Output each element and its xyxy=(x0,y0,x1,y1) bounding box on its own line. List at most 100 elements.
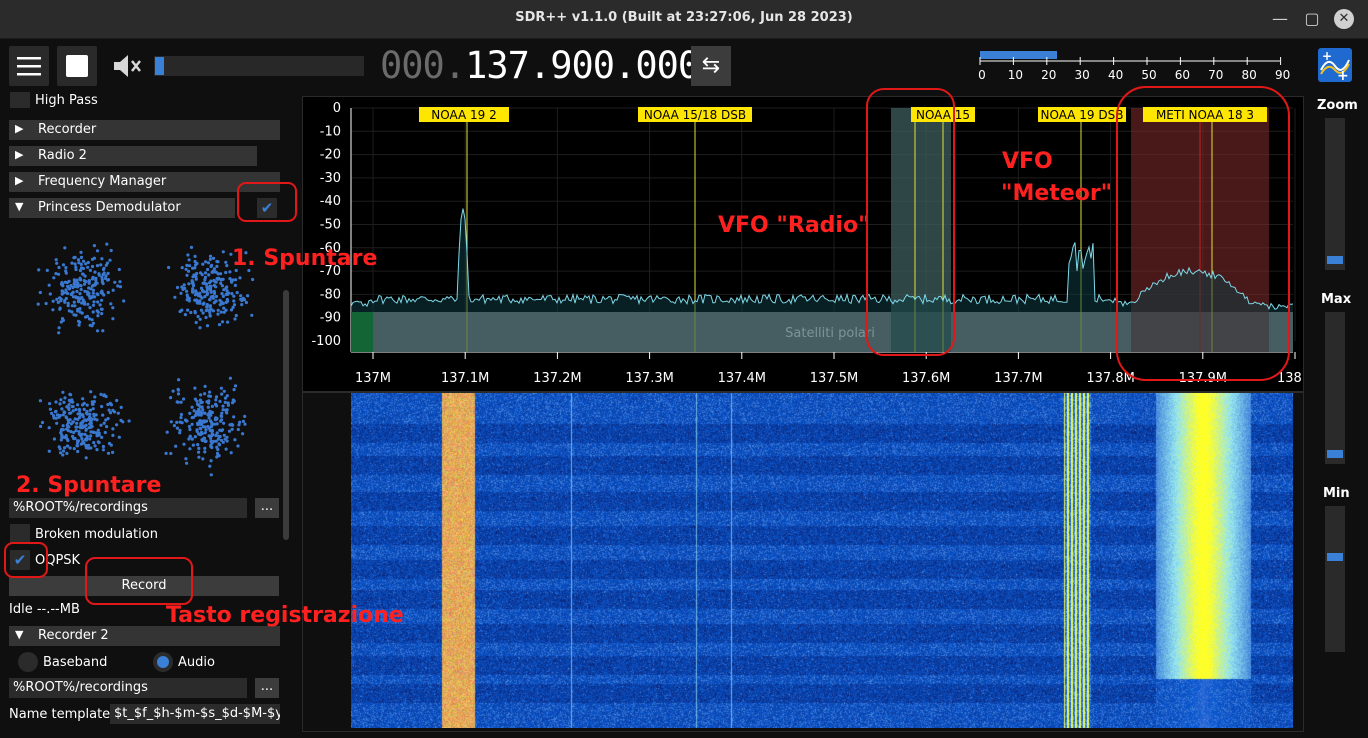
constellation-point xyxy=(195,292,199,296)
constellation-point xyxy=(199,308,203,312)
recorder2-path-field[interactable]: %ROOT%/recordings xyxy=(9,678,247,698)
frequency-display[interactable]: 000.137.900.000 xyxy=(380,44,700,87)
constellation-point xyxy=(39,424,43,428)
constellation-point xyxy=(197,455,201,459)
constellation-point xyxy=(122,299,126,303)
constellation-point xyxy=(197,407,201,411)
constellation-point xyxy=(88,306,92,310)
snr-tick-label: 50 xyxy=(1141,68,1157,82)
constellation-point xyxy=(85,403,89,407)
constellation-point xyxy=(57,326,61,330)
constellation-point xyxy=(193,273,197,278)
constellation-point xyxy=(224,260,228,264)
constellation-point xyxy=(220,429,224,433)
constellation-point xyxy=(66,438,70,443)
constellation-point xyxy=(91,291,95,295)
constellation-point xyxy=(60,407,64,411)
baseband-radio[interactable] xyxy=(18,652,38,672)
constellation-point xyxy=(55,297,59,301)
sdrpp-logo[interactable]: + + xyxy=(1318,48,1352,84)
constellation-point xyxy=(195,402,200,406)
constellation-point xyxy=(78,433,83,437)
constellation-point xyxy=(88,323,92,327)
constellation-point xyxy=(69,422,73,426)
constellation-point xyxy=(208,254,213,258)
princess-path-field[interactable]: %ROOT%/recordings xyxy=(9,498,247,518)
zoom-slider[interactable] xyxy=(1325,118,1345,270)
constellation-point xyxy=(203,431,207,435)
constellation-point xyxy=(38,290,42,295)
menu-button[interactable] xyxy=(9,46,49,86)
constellation-point xyxy=(71,409,75,413)
audio-radio[interactable] xyxy=(153,652,173,672)
mute-button[interactable] xyxy=(106,46,146,86)
princess-browse-button[interactable]: ... xyxy=(255,498,279,518)
constellation-point xyxy=(59,398,63,402)
close-icon[interactable]: ✕ xyxy=(1334,9,1354,29)
constellation-point xyxy=(207,281,212,285)
section-recorder-2[interactable]: ▼ Recorder 2 xyxy=(9,626,280,646)
constellation-point xyxy=(67,286,71,290)
section-recorder[interactable]: ▶ Recorder xyxy=(9,120,280,140)
constellation-point xyxy=(81,397,85,401)
volume-slider-fill xyxy=(155,57,164,75)
zoom-slider-grab[interactable] xyxy=(1327,256,1343,264)
constellation-point xyxy=(220,392,224,396)
sidebar-scrollbar[interactable] xyxy=(283,290,289,540)
bookmark-label: NOAA 19 2 xyxy=(431,108,497,122)
max-slider[interactable] xyxy=(1325,312,1345,464)
section-princess-demodulator[interactable]: ▼ Princess Demodulator xyxy=(9,198,235,218)
constellation-point xyxy=(178,420,182,424)
maximize-icon[interactable]: ▢ xyxy=(1302,9,1322,29)
constellation-point xyxy=(57,415,61,419)
constellation-point xyxy=(176,388,181,392)
constellation-point xyxy=(220,320,225,324)
constellation-point xyxy=(92,300,96,304)
constellation-point xyxy=(67,407,71,411)
constellation-point xyxy=(111,288,115,292)
name-template-field[interactable]: $t_$f_$h-$m-$s_$d-$M-$y xyxy=(110,704,280,724)
constellation-point xyxy=(226,320,230,324)
constellation-point xyxy=(222,421,226,425)
constellation-point xyxy=(95,329,100,333)
constellation-point xyxy=(193,298,197,302)
constellation-point xyxy=(237,423,241,427)
constellation-point xyxy=(79,278,83,282)
constellation-point xyxy=(224,447,228,451)
constellation-point xyxy=(91,303,96,307)
constellation-point xyxy=(219,386,223,390)
section-radio-2[interactable]: ▶ Radio 2 xyxy=(9,146,257,166)
constellation-point xyxy=(208,313,212,317)
stop-button[interactable] xyxy=(57,46,97,86)
swap-button[interactable]: ⇆ xyxy=(691,46,731,86)
min-slider-grab[interactable] xyxy=(1327,553,1343,561)
constellation-point xyxy=(197,446,201,450)
constellation-point xyxy=(206,413,210,417)
high-pass-checkbox[interactable] xyxy=(10,92,30,108)
constellation-point xyxy=(180,308,184,312)
waterfall[interactable] xyxy=(351,393,1293,728)
constellation-point xyxy=(241,419,245,423)
constellation-point xyxy=(167,265,171,270)
annotation-vfo-radio: VFO "Radio" xyxy=(718,213,870,238)
volume-slider[interactable] xyxy=(154,56,364,76)
constellation-point xyxy=(80,437,84,441)
constellation-point xyxy=(225,394,229,398)
minimize-icon[interactable]: — xyxy=(1270,9,1290,29)
constellation-point xyxy=(118,280,122,284)
max-slider-grab[interactable] xyxy=(1327,450,1343,458)
constellation-point xyxy=(177,378,181,382)
svg-text:+: + xyxy=(1337,68,1349,82)
constellation-point xyxy=(102,271,106,275)
recorder2-browse-button[interactable]: ... xyxy=(255,678,279,698)
annotation-spuntare-1: 1. Spuntare xyxy=(232,246,378,271)
constellation-point xyxy=(231,401,235,405)
constellation-point xyxy=(48,402,52,406)
constellation-point xyxy=(169,451,173,456)
constellation-point xyxy=(96,314,100,318)
constellation-point xyxy=(203,446,207,450)
min-slider[interactable] xyxy=(1325,506,1345,652)
broken-modulation-checkbox[interactable] xyxy=(10,524,30,544)
constellation-point xyxy=(164,451,168,455)
constellation-point xyxy=(219,414,223,418)
